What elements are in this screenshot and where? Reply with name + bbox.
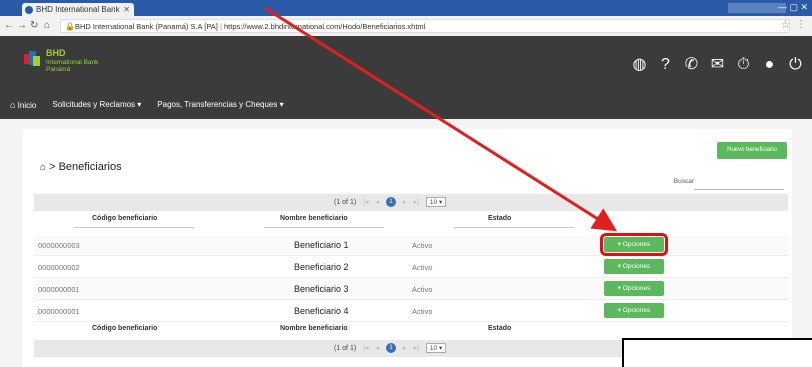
col-name-header[interactable]: Nombre beneficiario [280,215,348,222]
bhd-logo[interactable]: BHD International Bank Panamá [24,46,134,76]
row-code: 0000000001 [38,285,80,294]
last-page-button[interactable]: ▸| [414,198,419,206]
browser-menu-icon[interactable]: ⋮ [796,19,806,30]
breadcrumb-current: Beneficiarios [58,161,122,173]
tab-title: BHD International Bank [36,5,120,14]
brand-subtitle: International Bank Panamá [46,59,99,73]
row-code: 0000000001 [38,307,80,316]
row-state: Activo [412,307,433,316]
first-page-button[interactable]: |◂ [363,344,368,352]
current-page-button[interactable]: 1 [386,197,397,207]
options-button[interactable]: ▾ Opciones [604,281,664,296]
options-button[interactable]: ▾ Opciones [604,259,664,274]
annotation-callout-box [622,338,812,367]
breadcrumb: ⌂ > Beneficiarios [40,161,122,173]
row-name: Beneficiario 4 [294,306,349,316]
home-browser-icon[interactable]: ⌂ [44,20,50,31]
nav-pagos[interactable]: Pagos, Transferencias y Cheques ▾ [157,100,283,110]
reload-icon[interactable]: ↻ [30,20,38,31]
rows-per-page-select[interactable]: 10 ▾ [425,343,447,353]
table-row: 0000000003 Beneficiario 1 Activo ▾ Opcio… [34,233,788,256]
table-row: 0000000001 Beneficiario 3 Activo ▾ Opcio… [34,279,788,300]
page-info: (1 of 1) [334,198,357,206]
home-icon: ⌂ [10,100,16,110]
col-state-header[interactable]: Estado [488,215,511,222]
col-name-footer: Nombre beneficiario [280,325,348,332]
url-text: https://www.2.bhdinternational.com/Hodo/… [224,22,426,31]
address-bar-row: ← → ↻ ⌂ 🔒 BHD International Bank (Panamá… [0,16,812,37]
main-nav: ⌂ Inicio Solicitudes y Reclamos ▾ Pagos,… [10,100,284,110]
prev-page-button[interactable]: ◂ [376,198,380,206]
bookmark-star-icon[interactable]: ☆ [781,20,790,31]
browser-tab[interactable]: BHD International Bank ✕ [22,3,134,16]
row-state: Activo [412,285,433,294]
user-icon[interactable]: ● [761,56,778,73]
search-input[interactable] [694,177,784,190]
help-icon[interactable]: ? [657,56,674,73]
app-header: BHD International Bank Panamá ◍ ? ✆ ✉ ⏱ ●… [0,36,812,119]
search-label: Buscar [673,178,694,185]
close-tab-icon[interactable]: ✕ [123,3,130,16]
row-name: Beneficiario 1 [294,240,349,250]
power-icon[interactable]: ⏻ [787,56,804,73]
forward-icon[interactable]: → [17,20,27,31]
row-name: Beneficiario 2 [294,262,349,272]
back-icon[interactable]: ← [4,20,14,31]
row-name: Beneficiario 3 [294,284,349,294]
nav-home[interactable]: ⌂ Inicio [10,100,36,110]
breadcrumb-home-icon[interactable]: ⌂ [40,162,46,173]
url-secure-label: BHD International Bank (Panamá) S.A [PA] [75,22,218,31]
favicon-icon [25,6,33,14]
prev-page-button[interactable]: ◂ [376,344,380,352]
browser-tab-bar: BHD International Bank ✕ — ▢ ✕ [0,0,812,16]
col-code-header[interactable]: Código beneficiario [92,215,157,222]
page-info: (1 of 1) [334,344,357,352]
table-footer-header: Código beneficiario Nombre beneficiario … [34,323,788,339]
table-header: Código beneficiario Nombre beneficiario … [34,213,788,229]
logo-mark-icon [24,51,40,66]
table-row: 0000000001 Beneficiario 4 Activo ▾ Opcio… [34,301,788,322]
col-code-footer: Código beneficiario [92,325,158,332]
col-state-footer: Estado [488,325,512,332]
mail-icon[interactable]: ✉ [709,56,726,73]
table-row: 0000000002 Beneficiario 2 Activo ▾ Opcio… [34,257,788,278]
header-icon-group: ◍ ? ✆ ✉ ⏱ ● ⏻ [631,56,804,73]
last-page-button[interactable]: ▸| [414,344,419,352]
browser-window: BHD International Bank ✕ — ▢ ✕ ← → ↻ ⌂ 🔒… [0,0,812,367]
row-state: Activo [412,241,433,250]
globe-icon[interactable]: ◍ [631,56,648,73]
brand-name: BHD [46,48,66,58]
new-beneficiary-button[interactable]: Nuevo beneficiario [717,142,787,159]
current-page-button[interactable]: 1 [386,343,397,353]
window-controls[interactable]: — ▢ ✕ [778,2,808,13]
options-button[interactable]: ▾ Opciones [600,233,668,256]
row-code: 0000000002 [38,263,80,272]
beneficiaries-panel: ⌂ > Beneficiarios Nuevo beneficiario Bus… [22,129,792,367]
nav-solicitudes[interactable]: Solicitudes y Reclamos ▾ [52,100,141,110]
next-page-button[interactable]: ▸ [403,198,407,206]
options-button[interactable]: ▾ Opciones [604,303,664,318]
url-input[interactable]: 🔒 BHD International Bank (Panamá) S.A [P… [60,19,790,33]
row-state: Activo [412,263,433,272]
rows-per-page-select[interactable]: 10 ▾ [425,197,447,207]
lock-icon: 🔒 [65,22,75,31]
first-page-button[interactable]: |◂ [363,198,368,206]
paginator-top: (1 of 1) |◂ ◂ 1 ▸ ▸| 10 ▾ [34,194,788,211]
timer-icon[interactable]: ⏱ [735,56,752,73]
row-code: 0000000003 [38,241,80,250]
next-page-button[interactable]: ▸ [403,344,407,352]
content-area: ⌂ > Beneficiarios Nuevo beneficiario Bus… [0,119,812,367]
phone-icon[interactable]: ✆ [683,56,700,73]
